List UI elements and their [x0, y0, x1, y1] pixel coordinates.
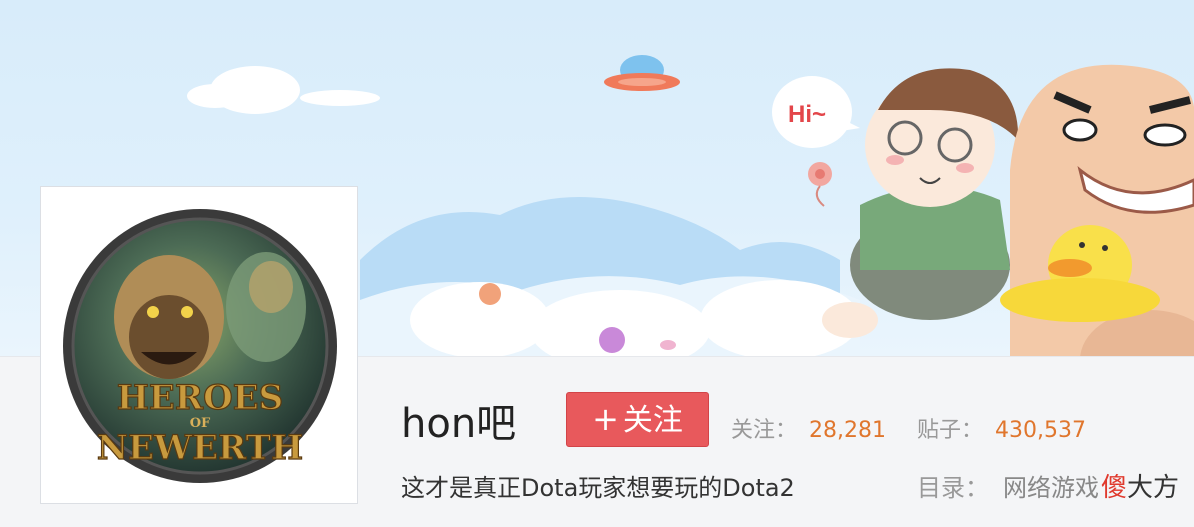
speech-bubble: Hi~ — [772, 76, 860, 148]
posts-label: 贴子： — [917, 418, 984, 443]
posts-stat: 贴子： 430,537 — [917, 414, 1086, 448]
plus-icon: + — [592, 400, 619, 438]
follow-button-label: 关注 — [622, 403, 683, 438]
watermark: 傻大方 — [1101, 470, 1179, 506]
forum-avatar[interactable]: HEROES OF NEWERTH — [40, 186, 358, 504]
posts-count: 430,537 — [995, 418, 1086, 443]
speech-text: Hi~ — [788, 101, 826, 128]
catalog-link[interactable]: 网络游戏 — [1003, 474, 1099, 502]
watermark-text: 大方 — [1127, 473, 1180, 503]
logo-text-heroes: HEROES — [117, 378, 283, 418]
watermark-char: 傻 — [1101, 473, 1128, 503]
game-logo-icon: HEROES OF NEWERTH — [63, 209, 337, 483]
flower-icon — [808, 162, 832, 207]
forum-slogan: 这才是真正Dota玩家想要玩的Dota2 — [401, 474, 795, 502]
followers-label: 关注： — [731, 418, 798, 443]
logo-text-newerth: NEWERTH — [97, 428, 303, 468]
follow-button[interactable]: + 关注 — [566, 392, 709, 447]
catalog-info: 目录： 网络游戏 — [917, 470, 1099, 506]
followers-count: 28,281 — [809, 418, 886, 443]
followers-stat: 关注： 28,281 — [731, 414, 886, 448]
forum-title[interactable]: hon吧 — [401, 398, 516, 450]
cloud-icon — [187, 66, 380, 114]
ufo-icon — [604, 55, 680, 91]
catalog-label: 目录： — [917, 474, 989, 502]
